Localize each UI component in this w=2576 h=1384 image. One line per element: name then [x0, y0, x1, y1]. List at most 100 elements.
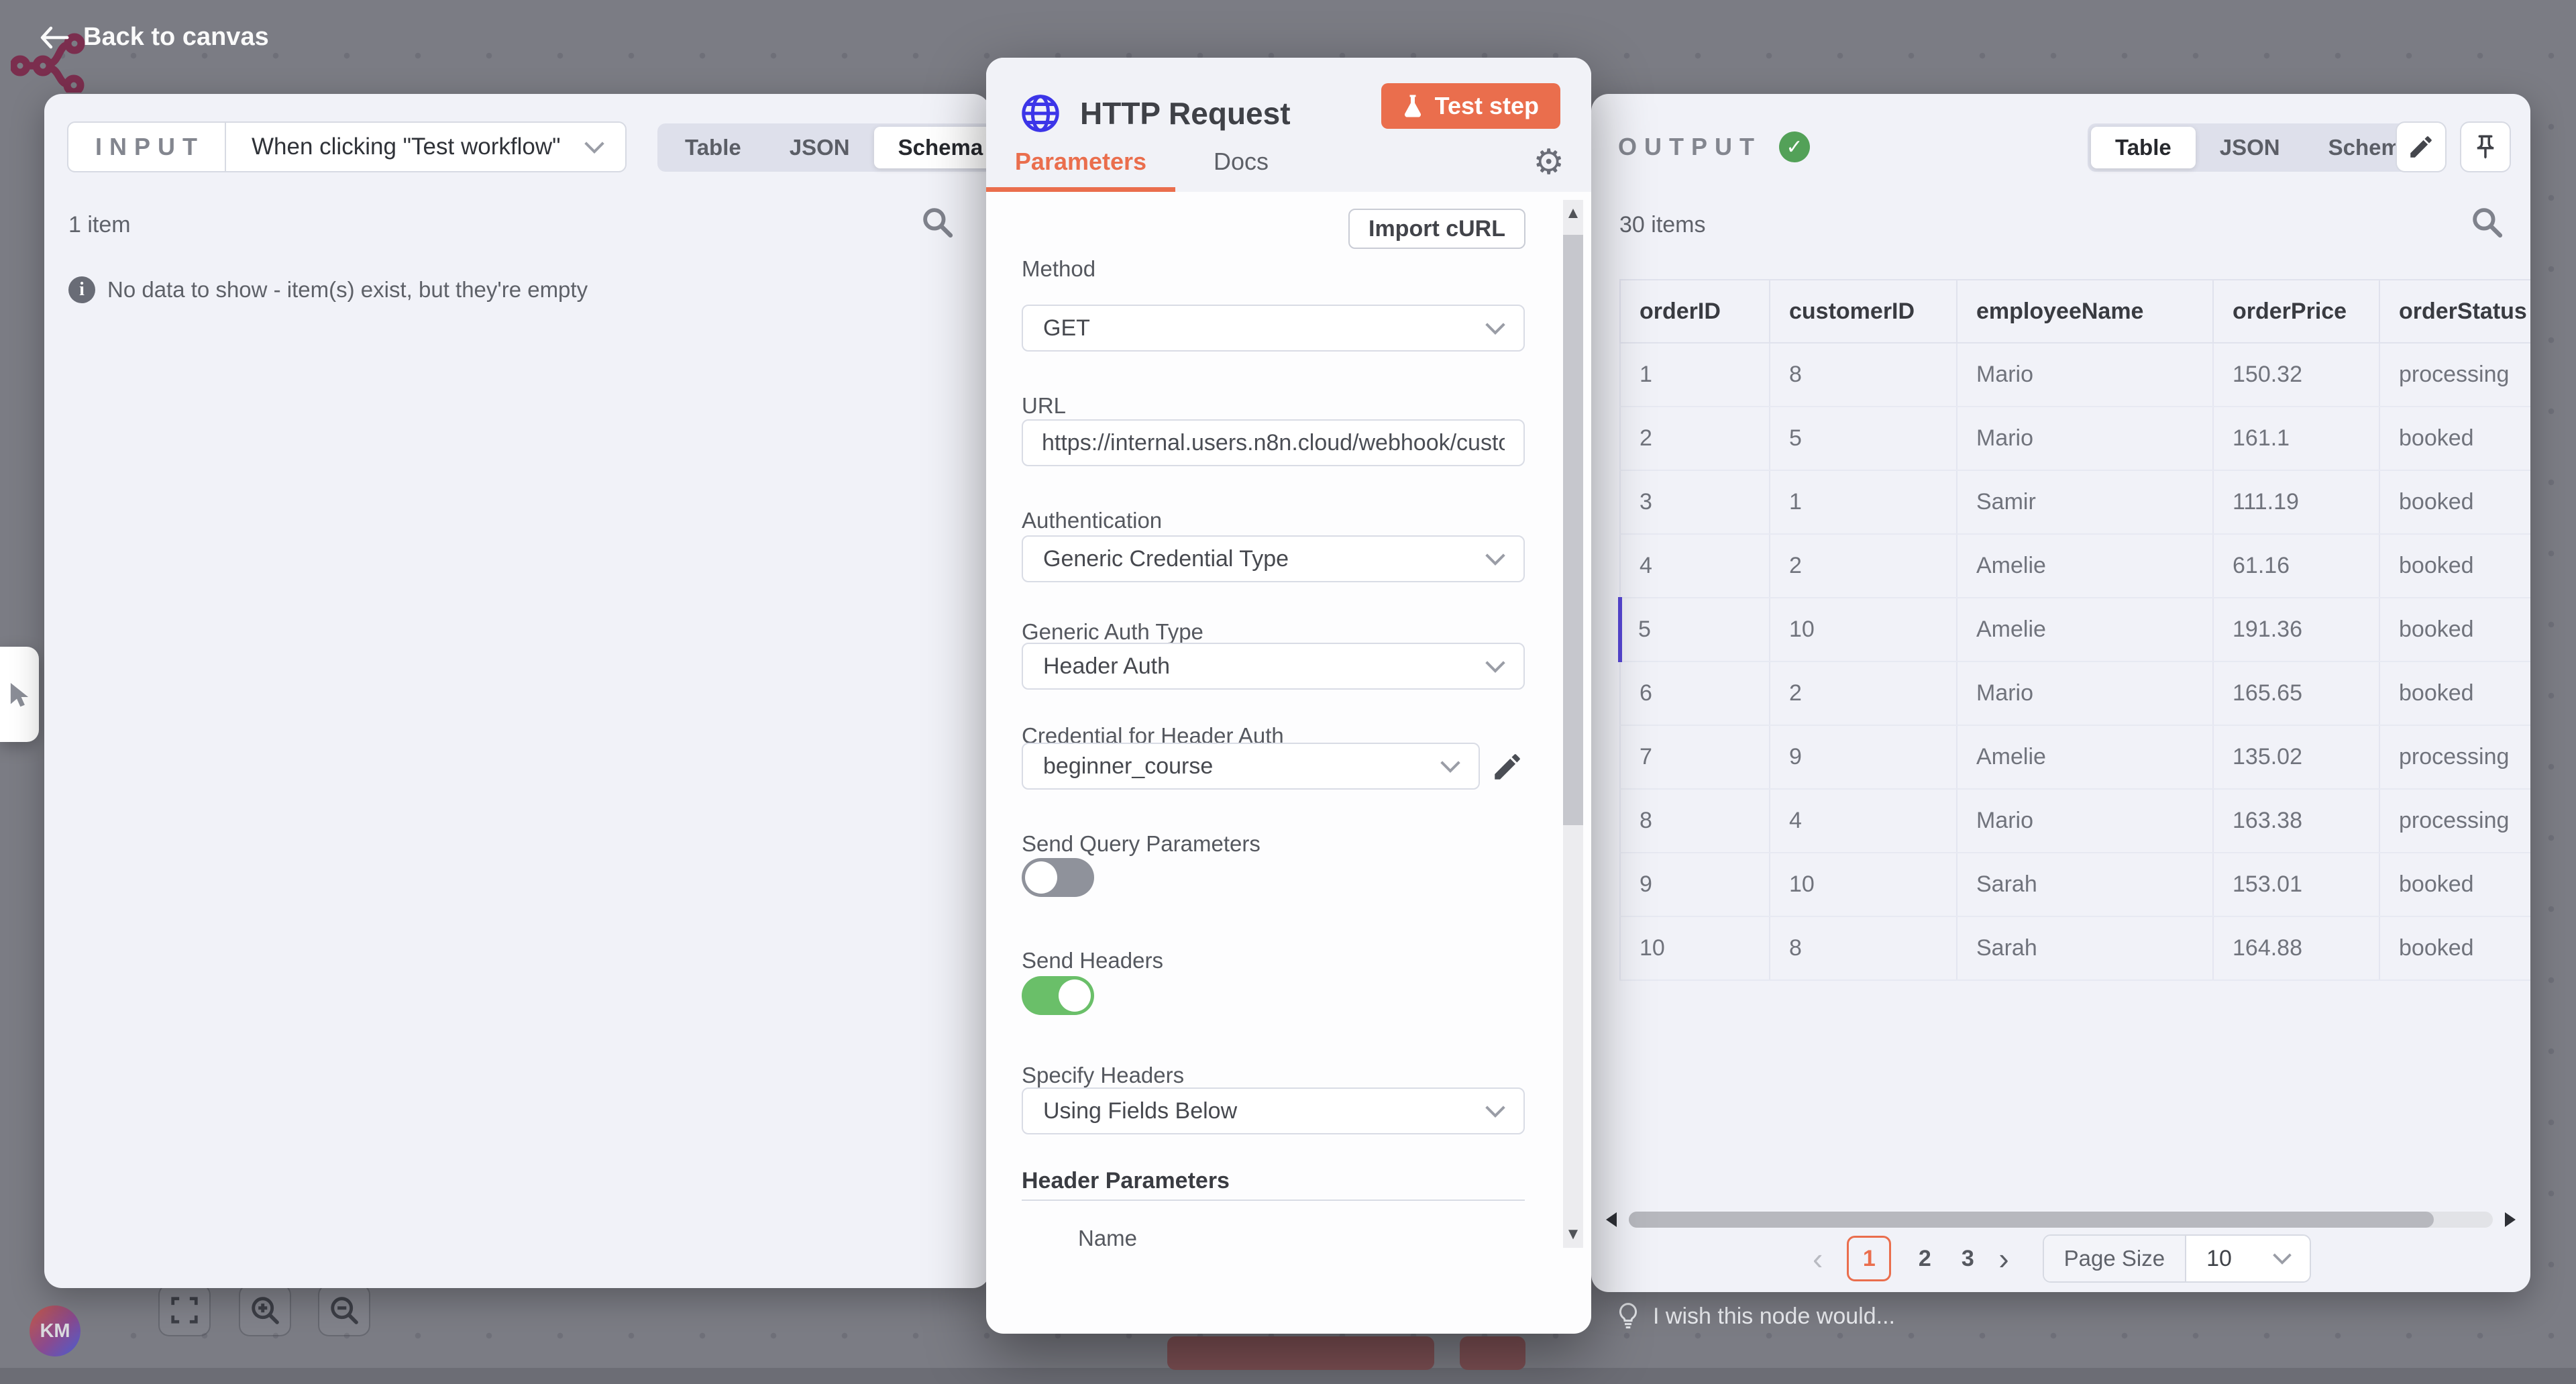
- credential-value: beginner_course: [1043, 753, 1213, 780]
- specify-headers-select[interactable]: Using Fields Below: [1022, 1087, 1525, 1134]
- scroll-right-arrow-icon[interactable]: [2505, 1212, 2516, 1227]
- url-input[interactable]: [1022, 419, 1525, 466]
- input-panel: INPUT When clicking "Test workflow" Tabl…: [44, 94, 990, 1288]
- gear-icon[interactable]: ⚙: [1533, 145, 1564, 180]
- pin-data-button[interactable]: [2460, 121, 2511, 172]
- table-row[interactable]: 108Sarah164.88booked: [1620, 916, 2530, 980]
- table-row[interactable]: 18Mario150.32processing: [1620, 343, 2530, 407]
- table-row[interactable]: 79Amelie135.02processing: [1620, 725, 2530, 789]
- chevron-down-icon: [1485, 553, 1506, 566]
- table-cell: Sarah: [1957, 853, 2213, 916]
- tab-docs[interactable]: Docs: [1187, 131, 1295, 192]
- output-horizontal-scrollbar[interactable]: [1606, 1212, 2516, 1228]
- test-step-button[interactable]: Test step: [1381, 83, 1560, 129]
- output-tab-json[interactable]: JSON: [2196, 127, 2304, 168]
- input-source-value: When clicking "Test workflow": [252, 134, 561, 160]
- scrollbar-thumb[interactable]: [1629, 1212, 2434, 1228]
- generic-auth-type-select[interactable]: Header Auth: [1022, 643, 1525, 690]
- authentication-select[interactable]: Generic Credential Type: [1022, 535, 1525, 582]
- table-cell: processing: [2379, 725, 2530, 789]
- input-drag-handle-tab[interactable]: [0, 647, 39, 742]
- next-page-icon[interactable]: ›: [1998, 1238, 2008, 1279]
- avatar[interactable]: KM: [30, 1306, 80, 1356]
- prev-page-icon[interactable]: ‹: [1813, 1238, 1823, 1279]
- chevron-down-icon: [1485, 322, 1506, 335]
- column-header[interactable]: orderPrice: [2213, 280, 2379, 343]
- scroll-up-arrow-icon[interactable]: ▲: [1563, 204, 1583, 223]
- table-cell: Mario: [1957, 343, 2213, 407]
- table-row[interactable]: 25Mario161.1booked: [1620, 407, 2530, 470]
- table-cell: 5: [1620, 598, 1770, 661]
- chevron-down-icon: [2272, 1253, 2292, 1265]
- table-cell: 9: [1620, 853, 1770, 916]
- table-cell: booked: [2379, 407, 2530, 470]
- column-header[interactable]: orderID: [1620, 280, 1770, 343]
- column-header[interactable]: employeeName: [1957, 280, 2213, 343]
- output-table: orderID customerID employeeName orderPri…: [1618, 279, 2530, 981]
- cursor-icon: [5, 680, 34, 708]
- modal-scrollbar[interactable]: ▲ ▼: [1563, 200, 1583, 1248]
- table-cell: Amelie: [1957, 598, 2213, 661]
- output-panel-title: OUTPUT: [1618, 133, 1762, 161]
- input-empty-state: i No data to show - item(s) exist, but t…: [68, 276, 588, 303]
- table-cell: 2: [1770, 534, 1957, 598]
- zoom-out-button[interactable]: [318, 1284, 370, 1336]
- page-size-control: Page Size 10: [2043, 1234, 2311, 1283]
- output-pagination: ‹ 1 2 3 › Page Size 10: [1591, 1234, 2530, 1283]
- column-header[interactable]: orderStatus: [2379, 280, 2530, 343]
- edit-credential-icon[interactable]: [1491, 750, 1524, 784]
- send-headers-toggle[interactable]: [1022, 976, 1094, 1015]
- scrollbar-thumb[interactable]: [1563, 235, 1583, 825]
- chevron-down-icon: [1440, 760, 1461, 773]
- table-cell: booked: [2379, 916, 2530, 980]
- input-view-tabs: Table JSON Schema: [657, 123, 1010, 172]
- table-row[interactable]: 42Amelie61.16booked: [1620, 534, 2530, 598]
- back-to-canvas-button[interactable]: Back to canvas: [39, 23, 269, 52]
- table-row[interactable]: 510Amelie191.36booked: [1620, 598, 2530, 661]
- input-tab-table[interactable]: Table: [661, 127, 765, 168]
- table-cell: 153.01: [2213, 853, 2379, 916]
- table-cell: Mario: [1957, 661, 2213, 725]
- input-search-icon[interactable]: [922, 207, 954, 239]
- node-feedback-link[interactable]: I wish this node would...: [1617, 1303, 1895, 1330]
- table-cell: booked: [2379, 853, 2530, 916]
- page-button-2[interactable]: 2: [1903, 1246, 1946, 1272]
- scroll-left-arrow-icon[interactable]: [1606, 1212, 1617, 1227]
- send-query-parameters-toggle[interactable]: [1022, 858, 1094, 897]
- credential-select[interactable]: beginner_course: [1022, 743, 1480, 790]
- zoom-to-fit-button[interactable]: [158, 1284, 211, 1336]
- zoom-in-icon: [250, 1295, 280, 1326]
- input-source-control: INPUT When clicking "Test workflow": [67, 121, 627, 172]
- generic-auth-type-value: Header Auth: [1043, 653, 1170, 680]
- zoom-in-button[interactable]: [239, 1284, 291, 1336]
- method-label: Method: [1022, 256, 1095, 282]
- table-row[interactable]: 31Samir111.19booked: [1620, 470, 2530, 534]
- table-row[interactable]: 62Mario165.65booked: [1620, 661, 2530, 725]
- method-select[interactable]: GET: [1022, 305, 1525, 352]
- table-cell: booked: [2379, 470, 2530, 534]
- input-tab-json[interactable]: JSON: [765, 127, 874, 168]
- table-row[interactable]: 910Sarah153.01booked: [1620, 853, 2530, 916]
- page-button-1[interactable]: 1: [1847, 1236, 1891, 1281]
- header-parameters-title: Header Parameters: [1022, 1168, 1230, 1194]
- table-row[interactable]: 84Mario163.38processing: [1620, 789, 2530, 853]
- input-source-selector[interactable]: When clicking "Test workflow": [226, 123, 625, 171]
- table-cell: 9: [1770, 725, 1957, 789]
- table-cell: 4: [1620, 534, 1770, 598]
- table-cell: Amelie: [1957, 534, 2213, 598]
- output-table-body: 18Mario150.32processing25Mario161.1booke…: [1620, 343, 2530, 980]
- page-size-select[interactable]: 10: [2186, 1236, 2310, 1281]
- table-cell: 6: [1620, 661, 1770, 725]
- input-empty-message: No data to show - item(s) exist, but the…: [107, 277, 588, 303]
- table-cell: booked: [2379, 661, 2530, 725]
- tab-parameters[interactable]: Parameters: [986, 131, 1175, 192]
- edit-output-button[interactable]: [2396, 121, 2447, 172]
- scroll-down-arrow-icon[interactable]: ▼: [1563, 1225, 1583, 1244]
- output-search-icon[interactable]: [2471, 207, 2504, 239]
- column-header[interactable]: customerID: [1770, 280, 1957, 343]
- input-items-count: 1 item: [68, 212, 131, 238]
- output-tab-table[interactable]: Table: [2091, 127, 2196, 168]
- page-button-3[interactable]: 3: [1946, 1246, 1989, 1272]
- table-cell: processing: [2379, 343, 2530, 407]
- import-curl-button[interactable]: Import cURL: [1348, 209, 1525, 249]
